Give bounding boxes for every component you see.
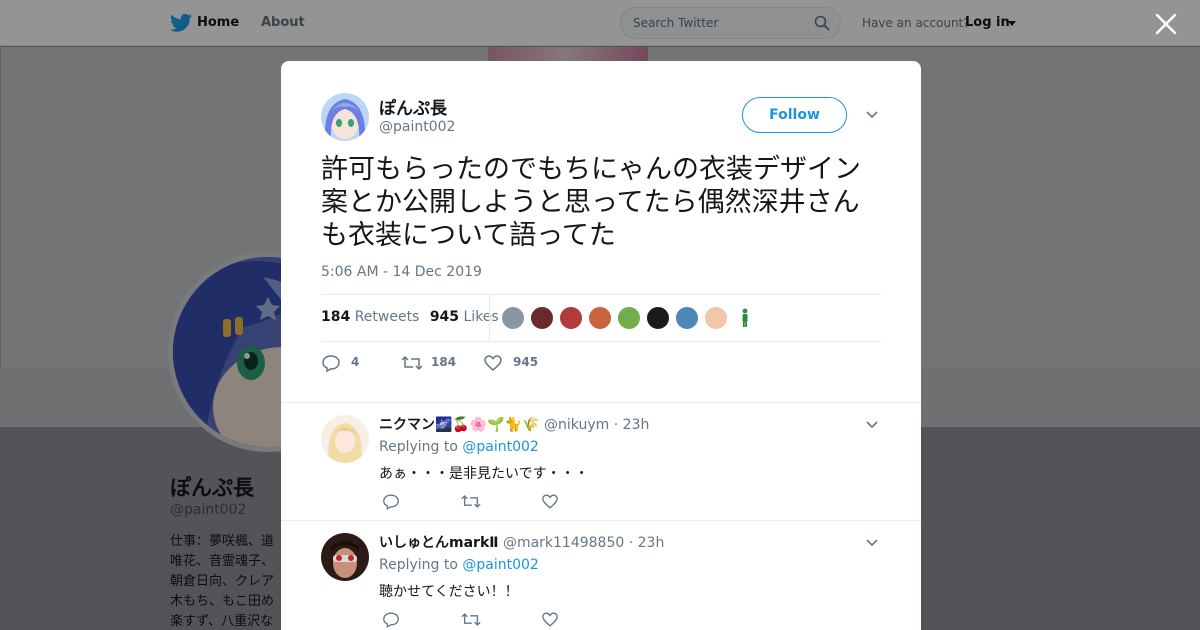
author-handle[interactable]: @paint002 bbox=[379, 119, 455, 135]
reply-tweet[interactable]: ニクマン🌌🍒🌸🌱🐈🌾 @nikuym · 23h Replying to @pa… bbox=[281, 402, 921, 520]
author-avatar[interactable] bbox=[321, 93, 369, 141]
liker-avatar[interactable] bbox=[501, 306, 525, 330]
reply-time[interactable]: 23h bbox=[638, 535, 665, 551]
chevron-down-icon[interactable] bbox=[866, 539, 878, 547]
reply-icon bbox=[322, 355, 340, 372]
tweet-timestamp[interactable]: 5:06 AM - 14 Dec 2019 bbox=[321, 264, 482, 280]
heart-icon bbox=[484, 355, 502, 371]
reply-count: 4 bbox=[351, 355, 360, 369]
reply-author-handle[interactable]: @mark11498850 bbox=[503, 535, 624, 551]
tweet-text: 許可もらったのでもちにゃんの衣装デザイン案とか公開しようと思ってたら偶然深井さん… bbox=[321, 154, 861, 251]
author-avatar-art bbox=[321, 93, 369, 141]
liker-avatar[interactable] bbox=[733, 306, 757, 330]
close-icon[interactable] bbox=[1154, 12, 1178, 36]
retweet-button[interactable]: 184 bbox=[401, 353, 461, 373]
reply-avatar[interactable] bbox=[321, 415, 369, 463]
reply-avatar-art bbox=[321, 533, 369, 581]
like-button[interactable]: 945 bbox=[483, 353, 543, 373]
chevron-down-icon[interactable] bbox=[866, 111, 878, 119]
follow-button[interactable]: Follow bbox=[742, 97, 847, 133]
divider bbox=[321, 294, 881, 295]
mention-link[interactable]: @paint002 bbox=[462, 439, 538, 455]
tweet-modal: ぽんぷ長 @paint002 Follow 許可もらったのでもちにゃんの衣装デザ… bbox=[281, 61, 921, 630]
person-icon bbox=[742, 308, 748, 327]
reply-tweet[interactable]: いしゅとんmarkⅡ @mark11498850 · 23h Replying … bbox=[281, 520, 921, 630]
likes-label[interactable]: Likes bbox=[464, 309, 499, 325]
replying-to: Replying to @paint002 bbox=[379, 557, 539, 573]
liker-avatar[interactable] bbox=[617, 306, 641, 330]
retweet-count: 184 bbox=[431, 355, 457, 369]
liker-avatar[interactable] bbox=[559, 306, 583, 330]
liker-avatar[interactable] bbox=[646, 306, 670, 330]
replying-to-prefix: Replying to bbox=[379, 439, 458, 455]
heart-icon[interactable] bbox=[541, 493, 559, 510]
reply-time[interactable]: 23h bbox=[623, 417, 650, 433]
chevron-down-icon[interactable] bbox=[866, 421, 878, 429]
retweets-label[interactable]: Retweets bbox=[355, 309, 420, 325]
reply-author-handle[interactable]: @nikuym bbox=[544, 417, 609, 433]
retweets-count[interactable]: 184 bbox=[321, 309, 350, 325]
liker-avatar[interactable] bbox=[704, 306, 728, 330]
reply-avatar-art bbox=[321, 415, 369, 463]
separator-dot: · bbox=[613, 417, 619, 433]
reply-text: あぁ・・・是非見たいです・・・ bbox=[379, 466, 589, 482]
replying-to-prefix: Replying to bbox=[379, 557, 458, 573]
reply-avatar[interactable] bbox=[321, 533, 369, 581]
reply-header: いしゅとんmarkⅡ @mark11498850 · 23h bbox=[379, 532, 664, 552]
replying-to: Replying to @paint002 bbox=[379, 439, 539, 455]
heart-icon[interactable] bbox=[541, 611, 559, 628]
reply-header: ニクマン🌌🍒🌸🌱🐈🌾 @nikuym · 23h bbox=[379, 414, 649, 434]
reply-icon[interactable] bbox=[382, 611, 400, 628]
liker-avatar[interactable] bbox=[530, 306, 554, 330]
reply-button[interactable]: 4 bbox=[321, 353, 371, 373]
divider bbox=[321, 341, 881, 342]
retweet-icon[interactable] bbox=[461, 611, 481, 628]
liker-avatar[interactable] bbox=[675, 306, 699, 330]
retweet-icon[interactable] bbox=[461, 493, 481, 510]
author-name[interactable]: ぽんぷ長 bbox=[379, 94, 447, 119]
stats-divider bbox=[489, 295, 490, 341]
retweet-icon bbox=[401, 355, 423, 371]
likes-count[interactable]: 945 bbox=[430, 309, 459, 325]
liker-avatar[interactable] bbox=[588, 306, 612, 330]
reply-author-name[interactable]: いしゅとんmarkⅡ bbox=[379, 535, 498, 551]
reply-text: 聴かせてください！！ bbox=[379, 584, 519, 600]
reply-author-name[interactable]: ニクマン🌌🍒🌸🌱🐈🌾 bbox=[379, 417, 540, 433]
tweet-stats: 184 Retweets 945 Likes bbox=[321, 309, 499, 325]
like-count: 945 bbox=[513, 355, 539, 369]
reply-icon[interactable] bbox=[382, 493, 400, 510]
mention-link[interactable]: @paint002 bbox=[462, 557, 538, 573]
separator-dot: · bbox=[628, 535, 634, 551]
